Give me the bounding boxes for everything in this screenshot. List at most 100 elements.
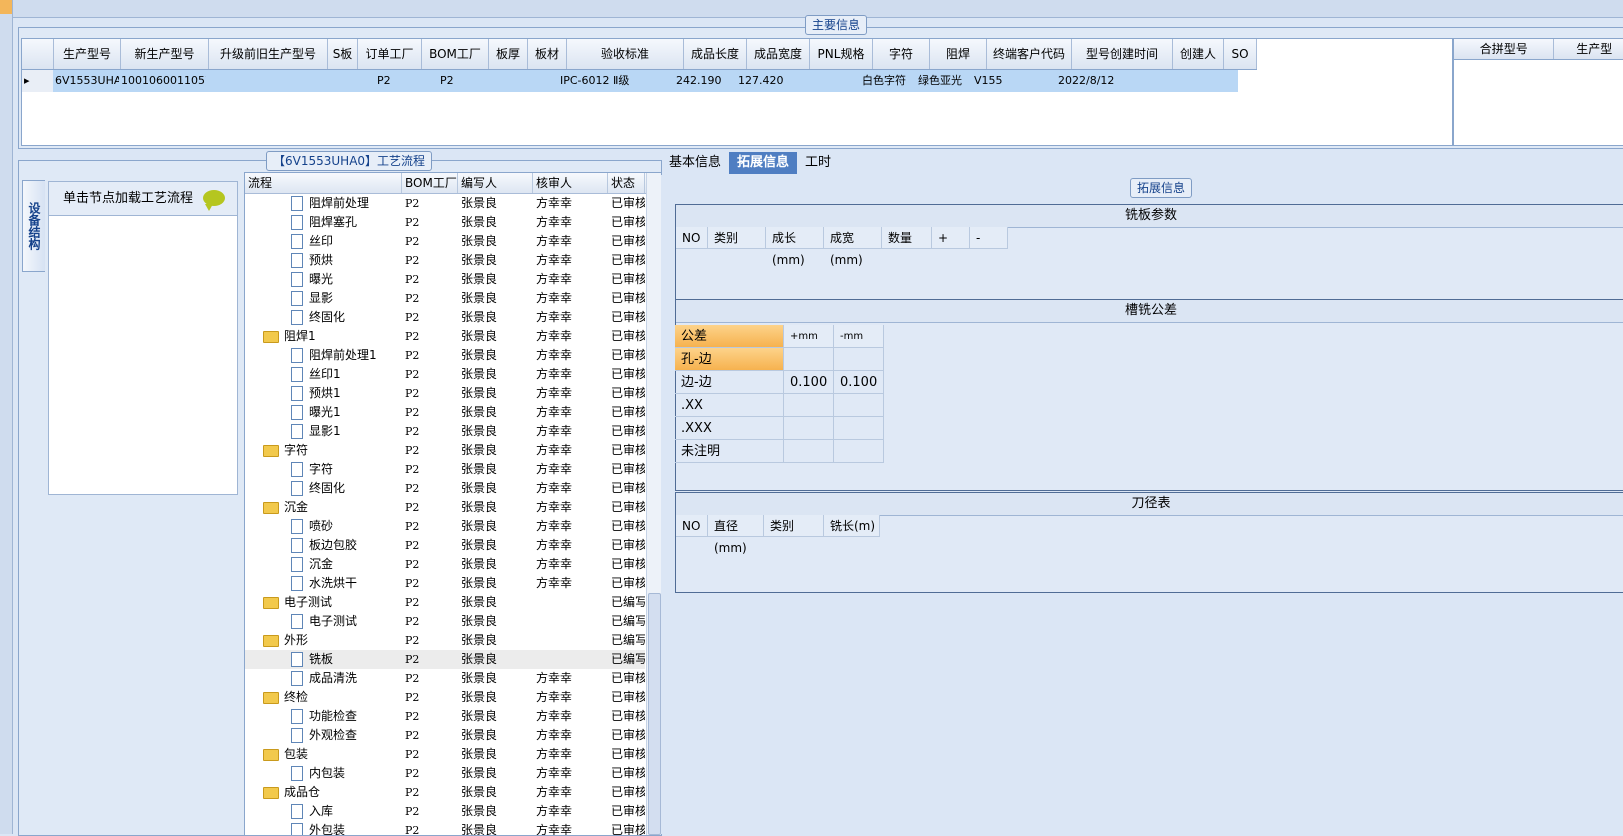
main-grid-col-15[interactable]: 型号创建时间 xyxy=(1072,39,1173,69)
tolerance-value[interactable] xyxy=(834,394,884,417)
merged-model-grid[interactable]: 合拼型号 生产型 xyxy=(1453,38,1623,146)
process-row[interactable]: 电子测试 P2 张景良 已编写 xyxy=(245,612,645,631)
main-grid-cell-16[interactable] xyxy=(1156,70,1206,92)
process-row[interactable]: 字符 P2 张景良 方幸幸 已审核 xyxy=(245,460,645,479)
tab-work-hours[interactable]: 工时 xyxy=(797,152,839,174)
main-grid-col-6[interactable]: 板厚 xyxy=(489,39,528,69)
tab-basic-info[interactable]: 基本信息 xyxy=(661,152,729,174)
tool-col-3[interactable]: 铣长(m) xyxy=(824,515,880,537)
process-row[interactable]: 电子测试 P2 张景良 已编写 xyxy=(245,593,645,612)
process-row[interactable]: 阻焊前处理1 P2 张景良 方幸幸 已审核 xyxy=(245,346,645,365)
process-row[interactable]: 功能检查 P2 张景良 方幸幸 已审核 xyxy=(245,707,645,726)
process-row[interactable]: 包装 P2 张景良 方幸幸 已审核 xyxy=(245,745,645,764)
side-tab-equipment[interactable]: 设备结构 xyxy=(22,180,45,272)
process-row[interactable]: 丝印 P2 张景良 方幸幸 已审核 xyxy=(245,232,645,251)
process-row[interactable]: 阻焊前处理 P2 张景良 方幸幸 已审核 xyxy=(245,194,645,213)
tolerance-row[interactable]: .XX xyxy=(675,394,884,417)
main-grid-cell-17[interactable] xyxy=(1206,70,1238,92)
main-grid-cell-15[interactable]: 2022/8/12 xyxy=(1056,70,1156,92)
process-row[interactable]: 成品仓 P2 张景良 方幸幸 已审核 xyxy=(245,783,645,802)
tolerance-value[interactable] xyxy=(834,417,884,440)
process-row[interactable]: 终固化 P2 张景良 方幸幸 已审核 xyxy=(245,479,645,498)
process-row[interactable]: 内包装 P2 张景良 方幸幸 已审核 xyxy=(245,764,645,783)
main-grid-cell-2[interactable] xyxy=(206,70,324,92)
main-grid-cell-4[interactable]: P2 xyxy=(353,70,416,92)
process-row[interactable]: 阻焊1 P2 张景良 方幸幸 已审核 xyxy=(245,327,645,346)
main-grid-col-14[interactable]: 终端客户代码 xyxy=(987,39,1072,69)
scrollbar-thumb[interactable] xyxy=(648,593,661,835)
main-grid-cell-11[interactable] xyxy=(798,70,860,92)
process-row[interactable]: 曝光 P2 张景良 方幸幸 已审核 xyxy=(245,270,645,289)
process-row[interactable]: 外观检查 P2 张景良 方幸幸 已审核 xyxy=(245,726,645,745)
main-grid-cell-10[interactable]: 127.420 xyxy=(736,70,798,92)
main-grid-col-16[interactable]: 创建人 xyxy=(1173,39,1224,69)
process-row[interactable]: 喷砂 P2 张景良 方幸幸 已审核 xyxy=(245,517,645,536)
process-row[interactable]: 阻焊塞孔 P2 张景良 方幸幸 已审核 xyxy=(245,213,645,232)
node-loader-box[interactable]: 单击节点加载工艺流程 xyxy=(48,181,238,495)
tab-extended-info[interactable]: 拓展信息 xyxy=(729,152,798,174)
tolerance-value[interactable] xyxy=(784,348,834,371)
tolerance-row[interactable]: 未注明 xyxy=(675,440,884,463)
tool-col-2[interactable]: 类别 xyxy=(764,515,824,537)
tolerance-row[interactable]: 边-边 0.100 0.100 xyxy=(675,371,884,394)
main-info-grid[interactable]: 生产型号 新生产型号 升级前旧生产型号 S板 订单工厂 BOM工厂 板厚 板材 验收标准 成品长度… xyxy=(21,38,1453,146)
main-grid-selected-row[interactable]: ▸6V1553UHA010010600110579 P2P2 IPC-6012 Ⅱ级… xyxy=(22,70,1238,92)
process-row[interactable]: 铣板 P2 张景良 已编写 xyxy=(245,650,645,669)
process-tree-grid[interactable]: 流程 BOM工厂 编写人 核审人 状态 阻焊前处理 P2 张景良 方幸幸 已审核 阻焊塞孔… xyxy=(244,172,662,836)
main-grid-col-1[interactable]: 新生产型号 xyxy=(121,39,209,69)
process-row[interactable]: 终固化 P2 张景良 方幸幸 已审核 xyxy=(245,308,645,327)
main-grid-col-3[interactable]: S板 xyxy=(328,39,358,69)
milling-col-3[interactable]: 成宽(mm) xyxy=(824,227,882,267)
milling-col-4[interactable]: 数量 xyxy=(882,227,932,249)
process-row[interactable]: 成品清洗 P2 张景良 方幸幸 已审核 xyxy=(245,669,645,688)
tolerance-value[interactable] xyxy=(834,440,884,463)
main-grid-col-2[interactable]: 升级前旧生产型号 xyxy=(209,39,328,69)
main-grid-col-12[interactable]: 字符 xyxy=(873,39,930,69)
main-grid-col-4[interactable]: 订单工厂 xyxy=(358,39,422,69)
main-grid-cell-7[interactable] xyxy=(520,70,558,92)
main-grid-cell-3[interactable] xyxy=(324,70,353,92)
milling-col-6[interactable]: - xyxy=(970,227,1008,249)
process-row[interactable]: 丝印1 P2 张景良 方幸幸 已审核 xyxy=(245,365,645,384)
tolerance-value[interactable]: 0.100 xyxy=(784,371,834,394)
slot-tolerance-table[interactable]: 公差 +mm -mm 孔-边 边-边 0.100 0.100 .XX .XXX 未注明 xyxy=(675,325,884,463)
process-row[interactable]: 预烘1 P2 张景良 方幸幸 已审核 xyxy=(245,384,645,403)
process-tree-scrollbar[interactable] xyxy=(646,173,661,835)
process-row[interactable]: 板边包胶 P2 张景良 方幸幸 已审核 xyxy=(245,536,645,555)
main-grid-col-13[interactable]: 阻焊 xyxy=(930,39,987,69)
process-row[interactable]: 外形 P2 张景良 已编写 xyxy=(245,631,645,650)
process-row[interactable]: 预烘 P2 张景良 方幸幸 已审核 xyxy=(245,251,645,270)
tolerance-row[interactable]: .XXX xyxy=(675,417,884,440)
main-grid-col-5[interactable]: BOM工厂 xyxy=(422,39,489,69)
main-grid-cell-14[interactable]: V155 xyxy=(972,70,1056,92)
main-grid-cell-6[interactable] xyxy=(482,70,520,92)
process-row[interactable]: 显影 P2 张景良 方幸幸 已审核 xyxy=(245,289,645,308)
process-row[interactable]: 水洗烘干 P2 张景良 方幸幸 已审核 xyxy=(245,574,645,593)
process-row[interactable]: 入库 P2 张景良 方幸幸 已审核 xyxy=(245,802,645,821)
milling-col-1[interactable]: 类别 xyxy=(708,227,766,249)
main-grid-col-7[interactable]: 板材 xyxy=(528,39,567,69)
main-grid-col-10[interactable]: 成品宽度 xyxy=(747,39,810,69)
tool-col-0[interactable]: NO xyxy=(676,515,708,537)
main-grid-cell-1[interactable]: 10010600110579 xyxy=(119,70,206,92)
process-row[interactable]: 沉金 P2 张景良 方幸幸 已审核 xyxy=(245,555,645,574)
main-grid-col-11[interactable]: PNL规格 xyxy=(810,39,873,69)
tolerance-value[interactable] xyxy=(834,348,884,371)
process-row[interactable]: 终检 P2 张景良 方幸幸 已审核 xyxy=(245,688,645,707)
milling-col-2[interactable]: 成长(mm) xyxy=(766,227,824,267)
main-grid-cell-12[interactable]: 白色字符 xyxy=(860,70,916,92)
main-grid-cell-5[interactable]: P2 xyxy=(416,70,482,92)
main-grid-col-0[interactable]: 生产型号 xyxy=(54,39,121,69)
process-row[interactable]: 沉金 P2 张景良 方幸幸 已审核 xyxy=(245,498,645,517)
tolerance-value[interactable] xyxy=(784,394,834,417)
main-grid-cell-13[interactable]: 绿色亚光 xyxy=(916,70,972,92)
process-row[interactable]: 曝光1 P2 张景良 方幸幸 已审核 xyxy=(245,403,645,422)
milling-col-5[interactable]: + xyxy=(932,227,970,249)
milling-col-0[interactable]: NO xyxy=(676,227,708,249)
main-grid-col-9[interactable]: 成品长度 xyxy=(684,39,747,69)
tool-col-1[interactable]: 直径(mm) xyxy=(708,515,764,555)
process-row[interactable]: 显影1 P2 张景良 方幸幸 已审核 xyxy=(245,422,645,441)
main-grid-col-8[interactable]: 验收标准 xyxy=(567,39,684,69)
tolerance-row[interactable]: 孔-边 xyxy=(675,348,884,371)
main-grid-cell-0[interactable]: 6V1553UHA0 xyxy=(53,70,119,92)
